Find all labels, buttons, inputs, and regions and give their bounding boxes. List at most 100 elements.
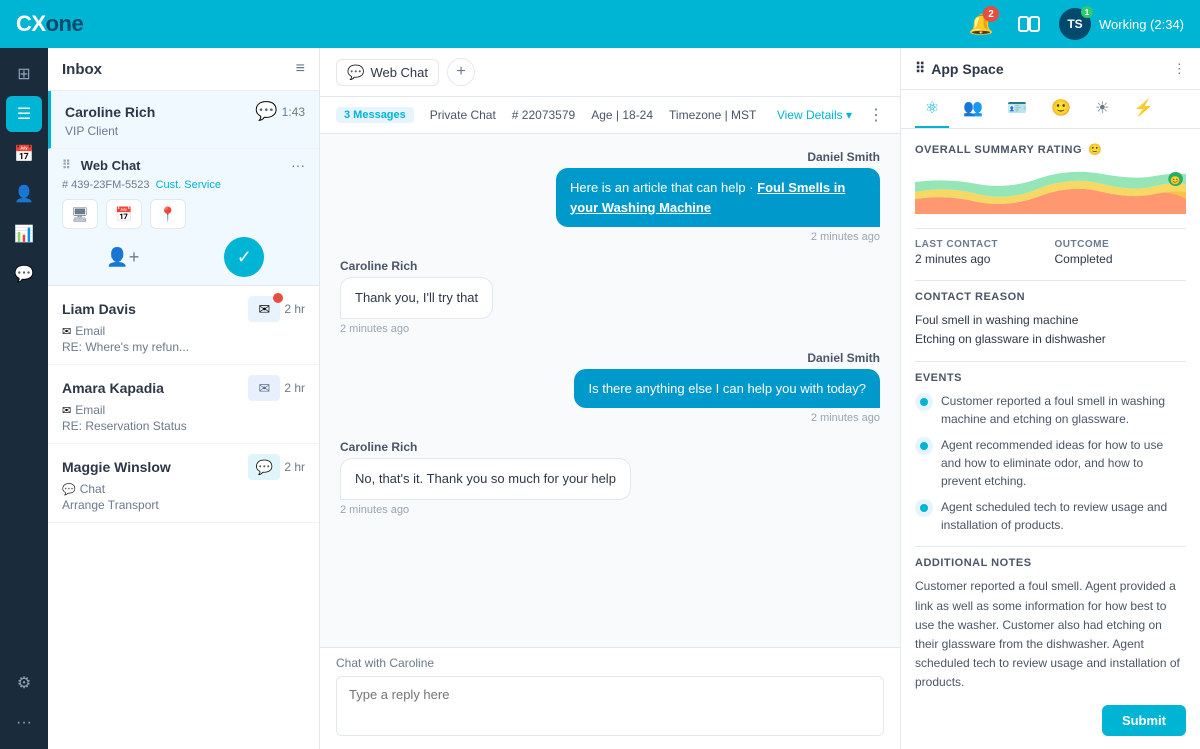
section-divider: [915, 280, 1186, 281]
top-header: CXone 🔔 2 TS 1 Working (2:34): [0, 0, 1200, 48]
app-space-panel: ⠿ App Space ⋮ ⚛ 👥 🪪 🙂 ☀ ⚡ OVERALL SUMMAR…: [900, 48, 1200, 749]
contact-name: Liam Davis: [62, 301, 136, 317]
list-item[interactable]: Caroline Rich 💬 1:43 VIP Client: [48, 91, 319, 149]
list-item[interactable]: Amara Kapadia ✉ 2 hr ✉ Email: [48, 365, 319, 444]
app-space-title: ⠿ App Space: [915, 60, 1004, 77]
event-icon: [915, 499, 933, 517]
webchat-actions: 🖥 📅 📍: [62, 199, 305, 229]
last-contact-cell: LAST CONTACT 2 minutes ago: [915, 239, 1047, 266]
nav-reports-icon[interactable]: 📊: [6, 216, 42, 252]
nav-contacts-icon[interactable]: 👤: [6, 176, 42, 212]
tab-profile[interactable]: 🪪: [997, 90, 1037, 128]
event-icon: [915, 393, 933, 411]
webchat-add-user-button[interactable]: 👤+: [103, 239, 143, 275]
item-time: 1:43: [282, 105, 305, 119]
events-label: EVENTS: [915, 372, 1186, 384]
outcome-label: OUTCOME: [1055, 239, 1187, 250]
message-sender: Caroline Rich: [340, 440, 417, 454]
webchat-title: ⠿ Web Chat: [62, 158, 141, 173]
nav-more-icon[interactable]: ···: [6, 705, 42, 741]
link-button[interactable]: [1011, 6, 1047, 42]
additional-notes-label: ADDITIONAL NOTES: [915, 557, 1186, 569]
message-sender: Caroline Rich: [340, 259, 417, 273]
message-bubble: No, that's it. Thank you so much for you…: [340, 458, 631, 500]
webchat-footer: 👤+ ✓: [62, 237, 305, 277]
inbox-list: Caroline Rich 💬 1:43 VIP Client ⠿: [48, 91, 319, 749]
list-item[interactable]: Maggie Winslow 💬 2 hr 💬 Chat: [48, 444, 319, 523]
svg-text:😊: 😊: [1170, 175, 1180, 185]
notes-text: Customer reported a foul smell. Agent pr…: [915, 577, 1186, 692]
nav-inbox-icon[interactable]: ☰: [6, 96, 42, 132]
app-space-menu-button[interactable]: ⋮: [1173, 61, 1186, 77]
smiley-icon: 🙂: [1088, 143, 1102, 156]
view-details-button[interactable]: View Details ▾: [777, 108, 852, 122]
tab-sentiment[interactable]: 🙂: [1041, 90, 1081, 128]
tab-lightning[interactable]: ⚡: [1123, 90, 1163, 128]
notification-badge: 2: [983, 6, 999, 22]
meta-channel: Private Chat: [430, 108, 496, 122]
message-time: 2 minutes ago: [340, 323, 409, 335]
item-time: 2 hr: [284, 381, 305, 395]
item-type: Email: [75, 324, 105, 338]
tab-contacts[interactable]: 👥: [953, 90, 993, 128]
webchat-schedule-button[interactable]: 📅: [106, 199, 142, 229]
nav-calendar-icon[interactable]: 📅: [6, 136, 42, 172]
section-divider: [915, 228, 1186, 229]
agent-status-label: Working (2:34): [1099, 17, 1184, 32]
chat-tab-webchat[interactable]: 💬 Web Chat: [336, 59, 439, 86]
logo: CXone: [16, 11, 83, 37]
meta-age: Age | 18-24: [591, 108, 653, 122]
meta-case-id: # 22073579: [512, 108, 575, 122]
webchat-location-button[interactable]: 📍: [150, 199, 186, 229]
event-item: Agent scheduled tech to review usage and…: [915, 498, 1186, 534]
message-link[interactable]: Foul Smells in your Washing Machine: [570, 180, 845, 215]
webchat-menu-button[interactable]: ···: [291, 157, 305, 173]
outcome-value: Completed: [1055, 252, 1187, 266]
agent-online-badge: 1: [1081, 6, 1093, 18]
contact-reason-text: Foul smell in washing machine Etching on…: [915, 311, 1186, 349]
tab-summary[interactable]: ⚛: [915, 90, 949, 128]
add-tab-button[interactable]: +: [447, 58, 475, 86]
message-sender: Daniel Smith: [807, 150, 880, 164]
webchat-accept-button[interactable]: ✓: [224, 237, 264, 277]
event-item: Agent recommended ideas for how to use a…: [915, 436, 1186, 490]
inbox-menu-button[interactable]: ≡: [296, 60, 305, 78]
message-time: 2 minutes ago: [340, 504, 409, 516]
nav-settings-icon[interactable]: ⚙: [6, 665, 42, 701]
main-layout: ⊞ ☰ 📅 👤 📊 💬 ⚙ ··· Inbox ≡ Caroline Rich: [0, 48, 1200, 749]
message-time: 2 minutes ago: [811, 412, 880, 424]
messages-area: Daniel Smith Here is an article that can…: [320, 134, 900, 647]
item-time: 2 hr: [284, 302, 305, 316]
submit-button[interactable]: Submit: [1102, 705, 1186, 736]
contact-info-grid: LAST CONTACT 2 minutes ago OUTCOME Compl…: [915, 239, 1186, 266]
overall-rating-section: OVERALL SUMMARY RATING 🙂 😊: [915, 143, 1186, 214]
nav-home-icon[interactable]: ⊞: [6, 56, 42, 92]
last-contact-value: 2 minutes ago: [915, 252, 1047, 266]
webchat-video-button[interactable]: 🖥: [62, 199, 98, 229]
item-type: Chat: [80, 482, 105, 496]
chat-meta-bar: 3 Messages Private Chat # 22073579 Age |…: [320, 97, 900, 134]
agent-status-button[interactable]: TS 1 Working (2:34): [1059, 8, 1184, 40]
inbox-header: Inbox ≡: [48, 48, 319, 91]
message-bubble: Is there anything else I can help you wi…: [574, 369, 880, 409]
tab-settings[interactable]: ☀: [1085, 90, 1119, 128]
chat-icon: 💬: [255, 101, 277, 122]
input-label: Chat with Caroline: [336, 656, 884, 670]
chat-tab-icon: 💬: [347, 64, 364, 81]
list-item[interactable]: Liam Davis ✉ 2 hr ✉ Email: [48, 286, 319, 365]
chat-input[interactable]: [336, 676, 884, 736]
chat-main: 💬 Web Chat + 3 Messages Private Chat # 2…: [320, 48, 900, 749]
message-group: Daniel Smith Is there anything else I ca…: [340, 351, 880, 425]
nav-chat-icon[interactable]: 💬: [6, 256, 42, 292]
contact-name: Amara Kapadia: [62, 380, 164, 396]
item-subject: RE: Reservation Status: [62, 419, 305, 433]
message-sender: Daniel Smith: [807, 351, 880, 365]
meta-more-button[interactable]: ⋮: [868, 105, 884, 125]
item-subject: RE: Where's my refun...: [62, 340, 305, 354]
message-group: Daniel Smith Here is an article that can…: [340, 150, 880, 243]
message-bubble: Here is an article that can help · Foul …: [556, 168, 880, 227]
notifications-button[interactable]: 🔔 2: [963, 6, 999, 42]
message-bubble: Thank you, I'll try that: [340, 277, 493, 319]
app-space-tabs: ⚛ 👥 🪪 🙂 ☀ ⚡: [901, 90, 1200, 129]
item-time: 2 hr: [284, 460, 305, 474]
